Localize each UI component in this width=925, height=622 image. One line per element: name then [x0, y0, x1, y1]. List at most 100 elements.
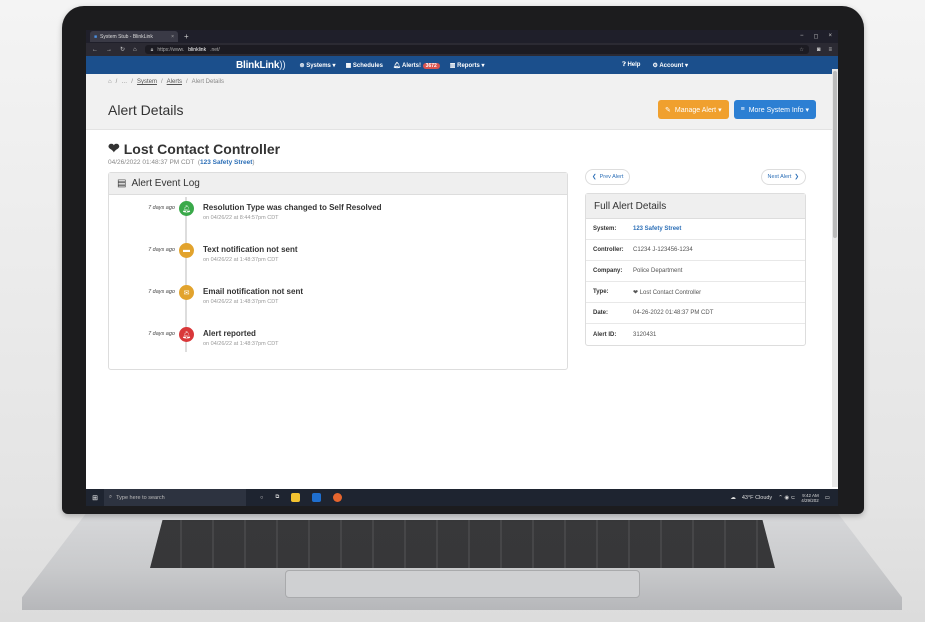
alert-location-link[interactable]: 123 Safety Street [200, 159, 252, 166]
scrollbar-thumb[interactable] [833, 71, 837, 239]
brand-logo[interactable]: BlinkLink)) [236, 59, 286, 71]
detail-key: Company: [593, 268, 623, 274]
bookmark-star-icon[interactable]: ☆ [799, 47, 808, 53]
back-icon[interactable]: ← [92, 47, 98, 53]
list-icon: ≡ [740, 106, 745, 113]
maximize-button[interactable]: ◻ [814, 33, 819, 40]
notifications-icon[interactable]: ▭ [825, 495, 830, 501]
event-log-title: Alert Event Log [131, 178, 200, 189]
browser-tab[interactable]: ■ System Stub - BlinkLink × [90, 31, 178, 42]
nav-alerts[interactable]: 🔔︎ Alerts! 3672 [393, 62, 440, 69]
extensions-icon[interactable]: ◙ [817, 47, 821, 53]
nav-reports-label: Reports ▾ [457, 62, 485, 69]
detail-value: Police Department [633, 268, 683, 274]
reload-icon[interactable]: ↻ [120, 46, 125, 53]
next-alert-label: Next Alert [767, 174, 792, 180]
forward-icon[interactable]: → [106, 47, 112, 53]
clock[interactable]: 9:42 AM 4/29/202 [801, 493, 819, 503]
address-bar[interactable]: 🔒︎ https://www. blinklink .net/ ☆ [144, 45, 809, 54]
nav-systems-label: Systems ▾ [306, 62, 336, 69]
page-scrollbar[interactable] [832, 69, 838, 487]
minimize-button[interactable]: − [800, 33, 804, 40]
alert-heading: ❤ Lost Contact Controller [108, 140, 816, 157]
detail-system-link[interactable]: 123 Safety Street [633, 226, 681, 232]
nav-alerts-label: Alerts! [401, 62, 421, 69]
tab-title: System Stub - BlinkLink [100, 33, 153, 40]
event-log-header: ▤ Alert Event Log [109, 173, 567, 195]
timeline-event: 7 days ago ✉ Email notification not sent… [109, 279, 567, 321]
nav-schedules-label: Schedules [352, 62, 383, 69]
task-view-icon[interactable]: ⧉ [275, 494, 279, 501]
breadcrumb-ellipsis[interactable]: … [121, 79, 127, 85]
brand-mark: )) [279, 59, 286, 71]
nav-schedules[interactable]: ▦ Schedules [346, 62, 383, 69]
detail-row: Controller: C1234 J-123456-1234 [586, 240, 805, 261]
scene: ■ System Stub - BlinkLink × + − ◻ × ← → … [0, 0, 925, 622]
detail-value: C1234 J-123456-1234 [633, 247, 693, 253]
taskbar-search[interactable]: ⌕ Type here to search [104, 489, 246, 506]
search-icon: ⌕ [109, 494, 113, 500]
detail-type-value: Lost Contact Controller [639, 289, 702, 296]
laptop-keyboard [150, 520, 775, 568]
clock-date: 4/29/202 [801, 497, 819, 503]
chevron-left-icon: ❮ [592, 174, 597, 180]
close-window-button[interactable]: × [828, 33, 832, 40]
event-title: Resolution Type was changed to Self Reso… [203, 203, 382, 212]
tray-icons[interactable]: ⌃ ◉ ⊂ [778, 495, 795, 501]
home-breadcrumb-icon[interactable]: ⌂ [108, 79, 112, 85]
next-alert-button[interactable]: Next Alert ❯ [760, 169, 806, 185]
detail-row: Company: Police Department [586, 261, 805, 282]
taskbar: ⊞ ⌕ Type here to search ○ ⧉ ☁ 43°F Cloud… [86, 489, 838, 506]
timeline-event: 7 days ago 🔔︎ Alert reported on 04/26/22… [109, 321, 567, 363]
taskbar-search-placeholder: Type here to search [116, 494, 165, 501]
home-icon[interactable]: ⌂ [133, 47, 137, 53]
timeline-event: 7 days ago ▬ Text notification not sent … [109, 237, 567, 279]
event-age: 7 days ago [148, 247, 175, 253]
alert-title: Lost Contact Controller [123, 140, 281, 157]
new-tab-button[interactable]: + [184, 32, 189, 41]
outlook-icon[interactable] [312, 493, 322, 502]
weather-text[interactable]: 43°F Cloudy [742, 495, 772, 501]
detail-row: Date: 04-26-2022 01:48:37 PM CDT [586, 303, 805, 324]
cortana-icon[interactable]: ○ [260, 495, 263, 501]
nav-reports[interactable]: ▥ Reports ▾ [450, 62, 485, 69]
chat-icon: ▬ [179, 243, 194, 258]
url-prefix: https://www. [157, 46, 185, 53]
page-title: Alert Details [108, 101, 184, 118]
browser-tab-bar: ■ System Stub - BlinkLink × + − ◻ × [86, 30, 838, 43]
alert-pager: ❮ Prev Alert Next Alert ❯ [585, 169, 806, 185]
event-age: 7 days ago [148, 205, 175, 211]
alert-subtitle: 04/26/2022 01:48:37 PM CDT (123 Safety S… [108, 159, 255, 166]
detail-row: Type: ❤ Lost Contact Controller [586, 282, 805, 303]
file-explorer-icon[interactable] [291, 493, 301, 502]
pencil-icon: ✎ [665, 106, 671, 114]
heartbeat-icon: ❤ [633, 289, 639, 296]
url-suffix: .net/ [210, 46, 220, 53]
more-system-info-button[interactable]: ≡ More System Info ▾ [733, 100, 816, 119]
windows-start-icon[interactable]: ⊞ [86, 494, 104, 502]
alert-bell-icon: 🔔︎ [179, 327, 194, 342]
alert-event-log-panel: ▤ Alert Event Log 7 days ago 🔔︎ Resoluti… [108, 172, 568, 370]
browser-toolbar: ← → ↻ ⌂ 🔒︎ https://www. blinklink .net/ ☆ … [86, 43, 838, 56]
timeline-event: 7 days ago 🔔︎ Resolution Type was change… [109, 195, 567, 237]
tab-close-icon[interactable]: × [171, 34, 174, 40]
screen: ■ System Stub - BlinkLink × + − ◻ × ← → … [86, 30, 838, 506]
system-tray: ☁ 43°F Cloudy ⌃ ◉ ⊂ 9:42 AM 4/29/202 ▭ [730, 493, 838, 503]
document-icon: ▤ [117, 178, 127, 189]
nav-account[interactable]: ⚙ Account ▾ [652, 62, 688, 69]
event-title: Alert reported [203, 329, 256, 338]
nav-help[interactable]: ❓︎ Help [622, 62, 640, 69]
menu-icon[interactable]: ≡ [828, 47, 832, 53]
details-title: Full Alert Details [586, 194, 805, 219]
breadcrumb-system[interactable]: System [137, 79, 157, 85]
breadcrumb-alerts[interactable]: Alerts [167, 79, 182, 85]
firefox-icon[interactable] [333, 493, 343, 502]
breadcrumb: ⌂ / … / System / Alerts / Alert Details [86, 74, 838, 90]
event-time: on 04/26/22 at 1:48:37pm CDT [203, 257, 279, 263]
lock-icon: 🔒︎ [150, 46, 154, 53]
url-domain: blinklink [188, 46, 207, 53]
nav-systems[interactable]: ⊚ Systems ▾ [299, 62, 335, 69]
manage-alert-button[interactable]: ✎ Manage Alert ▾ [658, 100, 729, 119]
prev-alert-button[interactable]: ❮ Prev Alert [585, 169, 631, 185]
event-time: on 04/26/22 at 8:44:57pm CDT [203, 215, 279, 221]
